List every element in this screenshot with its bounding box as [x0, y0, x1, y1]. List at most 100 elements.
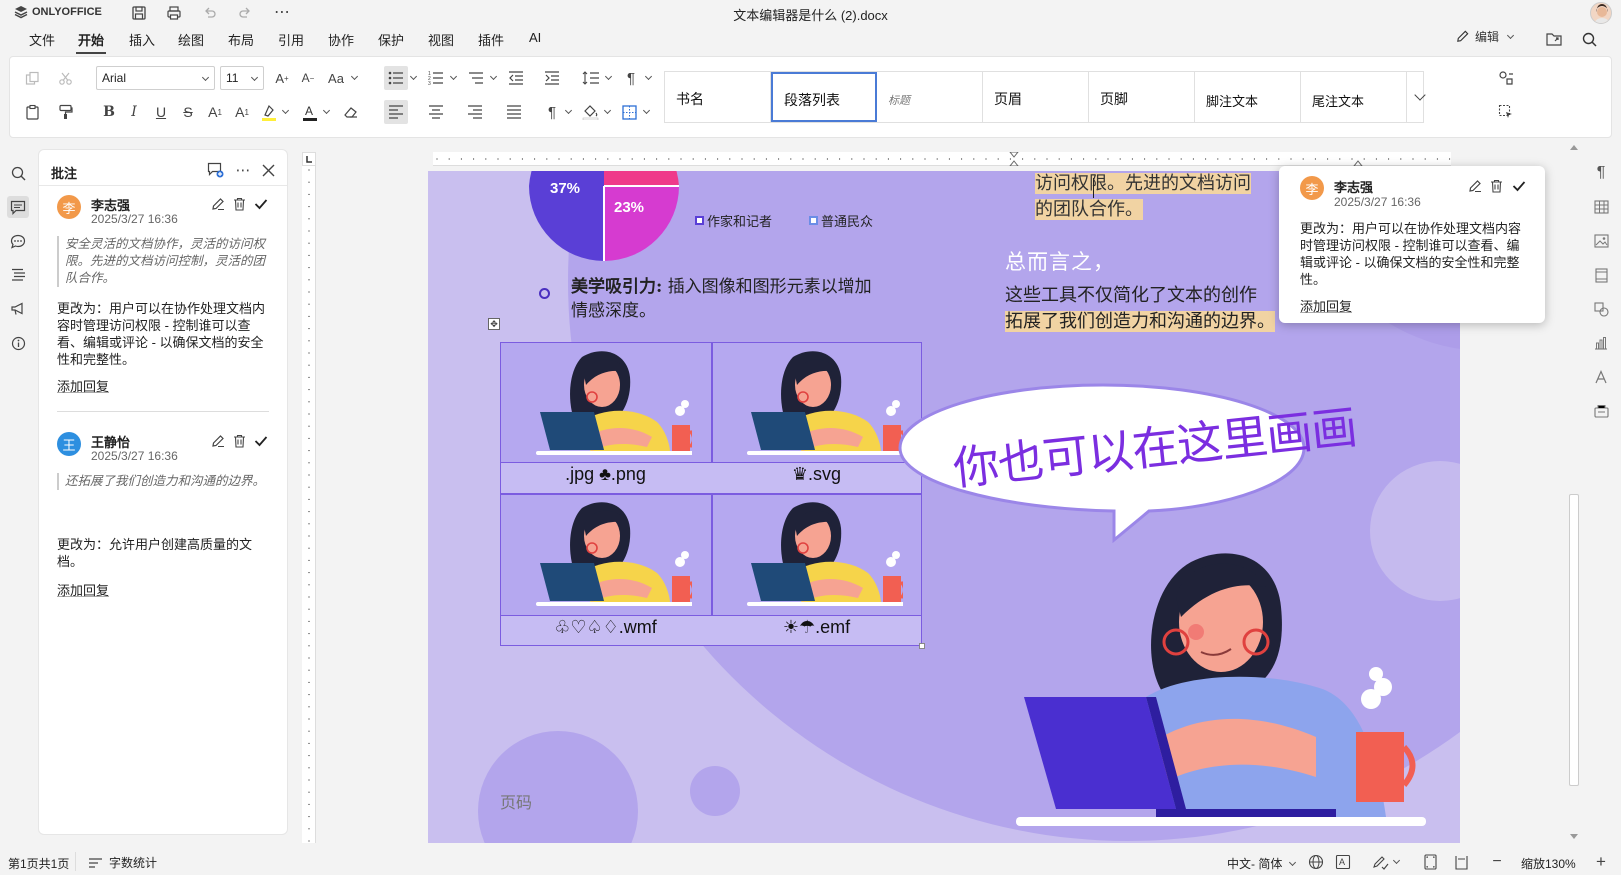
line-spacing-icon[interactable] [579, 66, 603, 90]
delete-comment-icon[interactable] [1484, 174, 1508, 198]
multilevel-list-dropdown[interactable] [489, 66, 497, 90]
style-footer[interactable]: 页脚 [1089, 72, 1195, 122]
underline-icon[interactable]: U [149, 100, 173, 124]
menu-home[interactable]: 开始 [75, 30, 107, 54]
paragraph-direction-icon[interactable]: ¶ [619, 66, 643, 90]
add-comment-icon[interactable] [203, 158, 227, 182]
menu-protection[interactable]: 保护 [378, 30, 404, 49]
increase-indent-icon[interactable] [540, 66, 564, 90]
copy-icon[interactable] [20, 66, 44, 90]
scrollbar-thumb[interactable] [1569, 494, 1579, 786]
font-color-icon[interactable]: A [298, 100, 322, 124]
menu-collaboration[interactable]: 协作 [328, 30, 354, 49]
select-all-icon[interactable] [1494, 100, 1518, 124]
style-book-title[interactable]: 书名 [665, 72, 771, 122]
menu-draw[interactable]: 绘图 [178, 30, 204, 49]
nonprinting-characters-dropdown[interactable] [564, 100, 572, 124]
delete-comment-icon[interactable] [227, 429, 251, 453]
style-heading[interactable]: 标题 [877, 72, 983, 122]
increase-font-icon[interactable]: A + [270, 66, 294, 90]
paragraph-direction-dropdown[interactable] [644, 66, 652, 90]
conclusion-paragraph[interactable]: 这些工具不仅简化了文本的创作 拓展了我们创造力和沟通的边界。 [1005, 283, 1275, 335]
chart-settings-icon[interactable] [1590, 332, 1612, 354]
table-settings-icon[interactable] [1590, 196, 1612, 218]
superscript-icon[interactable]: A1 [203, 100, 227, 124]
clear-formatting-icon[interactable] [339, 100, 363, 124]
decrease-font-icon[interactable]: A − [296, 66, 320, 90]
bold-icon[interactable]: B [97, 100, 121, 124]
line-spacing-dropdown[interactable] [604, 66, 612, 90]
text-art-settings-icon[interactable] [1590, 366, 1612, 388]
fit-to-page-icon[interactable] [1418, 850, 1442, 874]
document-language-icon[interactable] [1304, 850, 1328, 874]
paste-icon[interactable] [20, 100, 44, 124]
shading-dropdown[interactable] [603, 100, 611, 124]
nonprinting-characters-icon[interactable]: ¶ [540, 100, 564, 124]
image-settings-icon[interactable] [1590, 230, 1612, 252]
resolve-comment-icon[interactable] [249, 429, 273, 453]
comments-icon[interactable] [7, 196, 29, 218]
resolve-comment-icon[interactable] [1507, 174, 1531, 198]
resolve-comment-icon[interactable] [249, 192, 273, 216]
bullet-list-dropdown[interactable] [409, 66, 417, 90]
style-gallery-expand[interactable] [1407, 72, 1433, 122]
delete-comment-icon[interactable] [227, 192, 251, 216]
horizontal-ruler[interactable] [433, 152, 1451, 166]
chat-icon[interactable] [7, 230, 29, 252]
fit-to-width-icon[interactable] [1449, 850, 1473, 874]
change-case-icon[interactable]: Aa [324, 66, 348, 90]
scroll-up-arrow[interactable] [1570, 145, 1578, 150]
spell-check-icon[interactable]: A [1331, 850, 1355, 874]
paragraph-settings-icon[interactable]: ¶ [1590, 162, 1612, 184]
menu-layout[interactable]: 布局 [228, 30, 254, 49]
strikethrough-icon[interactable]: S [176, 100, 200, 124]
cut-icon[interactable] [53, 66, 77, 90]
zoom-in-icon[interactable]: + [1589, 850, 1613, 874]
multilevel-list-icon[interactable] [464, 66, 488, 90]
open-file-location-icon[interactable] [1542, 27, 1566, 51]
scroll-down-arrow[interactable] [1570, 834, 1578, 839]
zoom-level[interactable]: 缩放130% [1521, 855, 1576, 872]
search-icon[interactable] [7, 162, 29, 184]
align-left-icon[interactable] [384, 100, 408, 124]
bullet-paragraph[interactable]: 美学吸引力: 插入图像和图形元素以增加 情感深度。 [571, 275, 931, 323]
close-icon[interactable] [256, 158, 280, 182]
change-case-dropdown[interactable] [350, 66, 358, 90]
add-reply-link[interactable]: 添加回复 [57, 376, 109, 395]
language-select[interactable]: 中文- 简体 [1227, 855, 1297, 872]
tab-stop-selector[interactable] [302, 152, 316, 166]
table-resize-handle[interactable] [919, 643, 925, 649]
align-center-icon[interactable] [424, 100, 448, 124]
font-name-select[interactable]: Arial [96, 66, 215, 90]
style-endnote-text[interactable]: 尾注文本 [1301, 72, 1407, 122]
bullet-list-icon[interactable] [384, 66, 408, 90]
shading-icon[interactable] [578, 100, 602, 124]
search-icon[interactable] [1577, 27, 1601, 51]
menu-insert[interactable]: 插入 [129, 30, 155, 49]
numbered-list-dropdown[interactable] [449, 66, 457, 90]
navigation-icon[interactable] [7, 264, 29, 286]
style-footnote-text[interactable]: 脚注文本 [1195, 72, 1301, 122]
copy-style-icon[interactable] [1494, 66, 1518, 90]
style-list-paragraph[interactable]: 段落列表 [771, 72, 877, 122]
shape-settings-icon[interactable] [1590, 298, 1612, 320]
form-settings-icon[interactable] [1590, 400, 1612, 422]
font-size-select[interactable]: 11 [220, 66, 264, 90]
borders-icon[interactable] [617, 100, 641, 124]
menu-plugins[interactable]: 插件 [478, 30, 504, 49]
justify-icon[interactable] [502, 100, 526, 124]
zoom-out-icon[interactable]: − [1485, 850, 1509, 874]
feedback-icon[interactable] [7, 298, 29, 320]
align-right-icon[interactable] [463, 100, 487, 124]
subscript-icon[interactable]: A1 [230, 100, 254, 124]
highlight-color-icon[interactable] [257, 100, 281, 124]
menu-ai[interactable]: AI [529, 30, 541, 45]
user-avatar[interactable] [1590, 2, 1612, 24]
track-changes-icon[interactable] [1369, 850, 1393, 874]
style-header[interactable]: 页眉 [983, 72, 1089, 122]
numbered-list-icon[interactable]: 123 [424, 66, 448, 90]
vertical-scrollbar[interactable] [1566, 142, 1582, 844]
table-move-handle[interactable]: ✥ [488, 318, 500, 330]
about-icon[interactable] [7, 332, 29, 354]
track-changes-dropdown[interactable] [1392, 850, 1400, 874]
